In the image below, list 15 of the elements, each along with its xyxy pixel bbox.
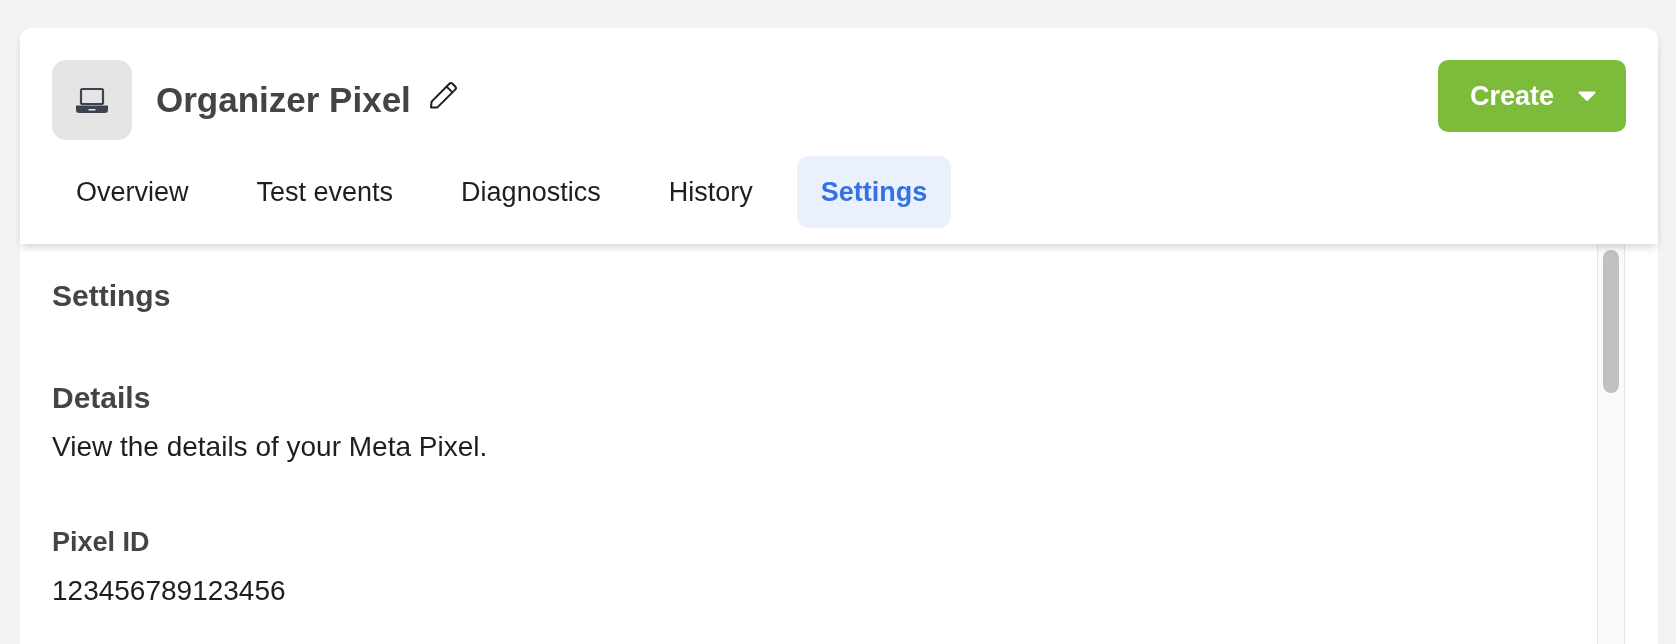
tab[interactable]: Overview xyxy=(52,156,213,228)
laptop-icon xyxy=(52,60,132,140)
tab[interactable]: History xyxy=(644,156,777,228)
field-value: 123456789123456 xyxy=(52,574,287,608)
pixel-title: Organizer Pixel xyxy=(156,79,411,121)
pencil-icon[interactable] xyxy=(428,80,459,110)
page-heading: Settings xyxy=(52,278,172,314)
tab[interactable]: Test events xyxy=(232,156,418,228)
section-description: View the details of your Meta Pixel. xyxy=(52,430,489,464)
caret-icon xyxy=(1578,90,1596,102)
tab[interactable]: Settings xyxy=(796,156,952,228)
scrollbar-thumb[interactable] xyxy=(1603,250,1619,393)
section-heading: Details xyxy=(52,380,152,416)
tab[interactable]: Diagnostics xyxy=(437,156,625,228)
field-label: Pixel ID xyxy=(52,525,151,558)
